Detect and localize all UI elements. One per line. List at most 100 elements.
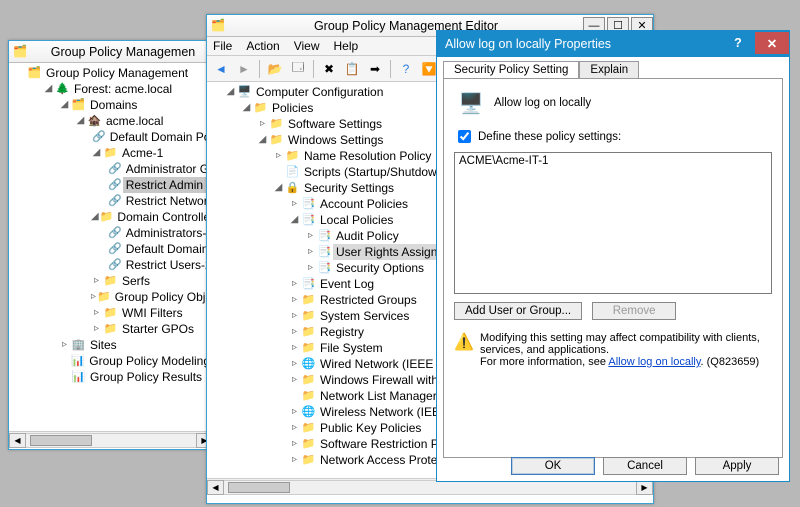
expand-icon[interactable]: ◢ [273,180,284,196]
sites-icon: 🏢 [71,338,86,352]
tree-restrictnet[interactable]: 🔗Restrict Network Acce [107,193,213,209]
folder-icon: 📁 [253,101,268,115]
tree-serfs[interactable]: ▹📁Serfs [91,273,213,289]
tree-starter[interactable]: ▹📁Starter GPOs [91,321,213,337]
expand-icon[interactable]: ◢ [91,145,102,161]
folder-icon: 📁 [269,117,284,131]
tree-forest[interactable]: ◢🌲Forest: acme.local [43,81,213,97]
help-button[interactable]: ? [396,59,416,79]
expand-icon[interactable]: ▹ [305,260,316,276]
tab-security-policy[interactable]: Security Policy Setting [443,61,579,78]
apply-button[interactable]: Apply [695,457,779,475]
tree-acme1[interactable]: ◢📁Acme-1 [91,145,213,161]
tree-sites[interactable]: ▹🏢Sites [59,337,213,353]
tree-admingroup[interactable]: 🔗Administrator Group [107,161,213,177]
expand-icon[interactable]: ▹ [289,404,300,420]
tree-ddcp[interactable]: 🔗Default Domain Contr [107,241,213,257]
expand-icon[interactable]: ▹ [289,308,300,324]
show-hide-button[interactable]: 🗔 [288,59,308,79]
expand-icon[interactable]: ▹ [289,356,300,372]
tree-dcs[interactable]: ◢📁Domain Controllers [91,209,213,225]
expand-icon[interactable]: ▹ [289,436,300,452]
gpo-link-icon: 🔗 [108,178,122,192]
scroll-thumb[interactable] [30,435,92,446]
more-info-link[interactable]: Allow log on locally [608,356,700,368]
back-button[interactable]: ◄ [211,59,231,79]
expand-icon[interactable]: ▹ [289,196,300,212]
delete-button[interactable]: ✖ [319,59,339,79]
tab-explain[interactable]: Explain [579,61,639,78]
expand-icon[interactable]: ▹ [289,292,300,308]
members-listbox[interactable]: ACME\Acme-IT-1 [454,152,772,294]
expand-icon[interactable]: ▹ [257,116,268,132]
tree-domains[interactable]: ◢🗂️Domains [59,97,213,113]
expand-icon[interactable]: ▹ [289,324,300,340]
expand-icon[interactable]: ◢ [241,100,252,116]
tree-gpobjects[interactable]: ▹📁Group Policy Objects [91,289,213,305]
expand-icon[interactable]: ◢ [289,212,300,228]
expand-icon[interactable]: ▹ [273,148,284,164]
expand-icon[interactable]: ◢ [91,209,99,225]
gpmc-hscroll[interactable]: ◀ ▶ [9,431,213,448]
menu-file[interactable]: File [213,39,232,53]
forward-button[interactable]: ► [234,59,254,79]
expand-icon[interactable]: ◢ [225,84,236,100]
define-checkbox[interactable] [458,130,471,143]
gpmc-app-icon: 🗂️ [13,44,29,60]
tree-admins2[interactable]: 🔗Administrators-2 [107,225,213,241]
expand-icon[interactable]: ▹ [91,305,102,321]
scroll-left-icon[interactable]: ◀ [9,433,26,448]
define-checkbox-label[interactable]: Define these policy settings: [454,127,772,146]
expand-icon[interactable]: ▹ [91,289,96,305]
ou-icon: 📁 [103,274,118,288]
expand-icon[interactable]: ▹ [305,228,316,244]
ok-button[interactable]: OK [511,457,595,475]
help-button[interactable]: ? [721,32,755,54]
add-user-button[interactable]: Add User or Group... [454,302,582,320]
remove-button[interactable]: Remove [592,302,676,320]
list-item[interactable]: ACME\Acme-IT-1 [459,155,767,167]
gpmc-window[interactable]: 🗂️ Group Policy Managemen 🗂️Group Policy… [8,40,214,450]
properties-button[interactable]: 📋 [342,59,362,79]
warning-icon: ⚠️ [454,332,472,368]
menu-help[interactable]: Help [334,39,359,53]
expand-icon[interactable]: ◢ [75,113,86,129]
expand-icon[interactable]: ▹ [289,340,300,356]
menu-view[interactable]: View [294,39,320,53]
scroll-left-icon[interactable]: ◀ [207,480,224,495]
gpmc-tree[interactable]: 🗂️Group Policy Management ◢🌲Forest: acme… [9,63,213,431]
tree-restrictadmin[interactable]: 🔗Restrict Admin Logon [107,177,213,193]
expand-icon[interactable]: ▹ [289,452,300,468]
expand-icon[interactable]: ▹ [59,337,70,353]
expand-icon[interactable]: ◢ [43,81,54,97]
tree-root[interactable]: 🗂️Group Policy Management [27,65,213,81]
modeling-icon: 📊 [71,354,86,368]
tree-domain[interactable]: ◢🏚️acme.local [75,113,213,129]
dialog-titlebar[interactable]: Allow log on locally Properties ? ✕ [437,31,789,57]
expand-icon[interactable]: ◢ [257,132,268,148]
tree-modeling[interactable]: 📊Group Policy Modeling [59,353,213,369]
expand-icon[interactable]: ▹ [305,244,316,260]
tree-results[interactable]: 📊Group Policy Results [59,369,213,385]
folder-icon: 📁 [301,341,316,355]
expand-icon[interactable]: ▹ [91,273,102,289]
tree-ddp[interactable]: 🔗Default Domain Policy [91,129,213,145]
expand-icon[interactable]: ◢ [59,97,70,113]
close-button[interactable]: ✕ [755,32,789,54]
scroll-track[interactable] [26,433,196,448]
scroll-thumb[interactable] [228,482,290,493]
folder-icon: 📁 [301,437,316,451]
up-button[interactable]: 📂 [265,59,285,79]
expand-icon[interactable]: ▹ [289,276,300,292]
gpmc-titlebar[interactable]: 🗂️ Group Policy Managemen [9,41,213,63]
expand-icon[interactable]: ▹ [289,420,300,436]
expand-icon[interactable]: ▹ [91,321,102,337]
tree-restrictusers2[interactable]: 🔗Restrict Users-2 [107,257,213,273]
dialog-title: Allow log on locally Properties [445,37,611,51]
cancel-button[interactable]: Cancel [603,457,687,475]
tree-wmi[interactable]: ▹📁WMI Filters [91,305,213,321]
export-button[interactable]: ➡ [365,59,385,79]
properties-dialog[interactable]: Allow log on locally Properties ? ✕ Secu… [436,30,790,482]
expand-icon[interactable]: ▹ [289,372,300,388]
menu-action[interactable]: Action [246,39,279,53]
